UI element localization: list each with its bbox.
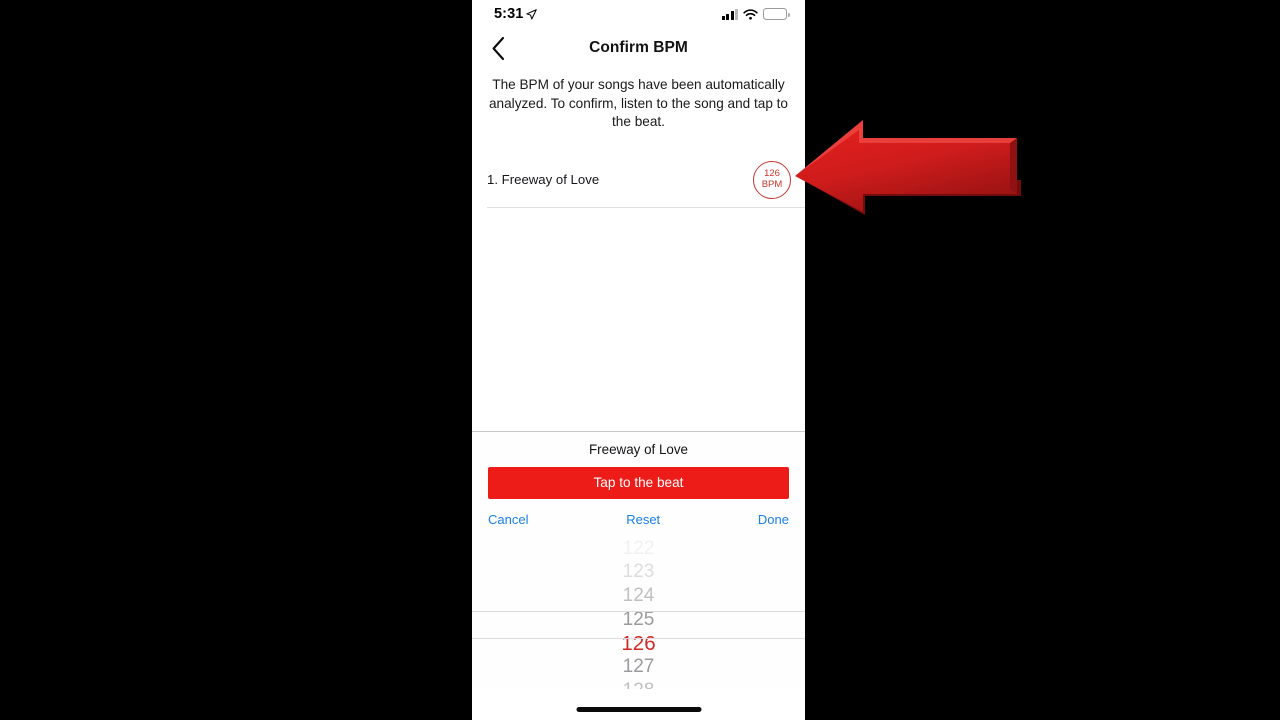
picker-option[interactable]: 123 (472, 560, 805, 584)
panel-actions: Cancel Reset Done (472, 499, 805, 527)
song-list: 1. Freeway of Love 126 BPM (472, 153, 805, 431)
back-button[interactable] (482, 32, 514, 64)
table-row[interactable]: 1. Freeway of Love 126 BPM (472, 153, 805, 207)
reset-button[interactable]: Reset (626, 512, 660, 527)
picker-option[interactable]: 122 (472, 537, 805, 561)
charging-bolt-icon (772, 9, 778, 19)
intro-description: The BPM of your songs have been automati… (489, 77, 788, 129)
empty-list-area (472, 207, 805, 431)
screenshot-stage: 5:31 Confirm BPM The BPM of your songs h… (0, 0, 1280, 720)
status-bar-time-group: 5:31 (494, 6, 538, 22)
picker-option[interactable]: 125 (472, 608, 805, 632)
left-arrow-annotation-icon (795, 120, 1021, 215)
bpm-picker-wheel[interactable]: 122 123 124 125 126 127 128 129 130 (472, 537, 805, 689)
bpm-unit-label: BPM (761, 178, 783, 190)
wifi-icon (743, 8, 758, 20)
cellular-signal-icon (721, 8, 738, 20)
battery-charging-icon (763, 8, 790, 20)
bpm-badge[interactable]: 126 BPM (753, 160, 791, 199)
song-title: 1. Freeway of Love (487, 172, 600, 187)
home-indicator[interactable] (576, 707, 701, 712)
tap-to-the-beat-button[interactable]: Tap to the beat (488, 466, 789, 499)
picker-option[interactable]: 128 (472, 679, 805, 688)
chevron-left-icon (492, 36, 504, 60)
bpm-tap-panel: Freeway of Love Tap to the beat Cancel R… (472, 431, 805, 689)
cancel-button[interactable]: Cancel (488, 512, 528, 527)
status-bar-time: 5:31 (494, 6, 524, 22)
status-bar: 5:31 (472, 0, 805, 28)
status-bar-indicators (721, 8, 790, 20)
page-title: Confirm BPM (589, 39, 688, 56)
navigation-bar: Confirm BPM (472, 28, 805, 68)
phone-screen: 5:31 Confirm BPM The BPM of your songs h… (472, 0, 805, 720)
picker-option-selected[interactable]: 126 (472, 632, 805, 656)
picker-option[interactable]: 124 (472, 584, 805, 608)
location-arrow-icon (526, 8, 538, 19)
picker-option[interactable]: 127 (472, 655, 805, 679)
panel-song-title: Freeway of Love (589, 441, 688, 457)
done-button[interactable]: Done (758, 512, 789, 527)
bpm-picker-track: 122 123 124 125 126 127 128 129 130 (472, 537, 805, 689)
bpm-value: 126 (764, 168, 780, 180)
